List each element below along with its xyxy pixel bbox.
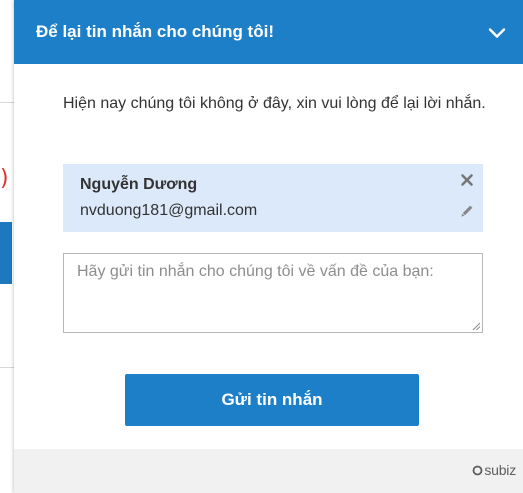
widget-title: Để lại tin nhắn cho chúng tôi! [36, 22, 274, 41]
background-divider [0, 102, 14, 103]
background-blue-block [0, 222, 12, 284]
close-icon[interactable] [459, 172, 475, 188]
send-message-button[interactable]: Gửi tin nhắn [125, 374, 419, 426]
brand-link[interactable]: subiz [472, 460, 516, 480]
pencil-icon[interactable] [460, 204, 474, 218]
chat-widget: Để lại tin nhắn cho chúng tôi! Hiện nay … [14, 0, 523, 493]
subiz-logo-icon [472, 465, 483, 475]
message-input[interactable] [63, 253, 483, 333]
offline-message: Hiện nay chúng tôi không ở đây, xin vui … [63, 95, 486, 112]
background-page: ) [0, 0, 14, 493]
background-red-mark: ) [0, 166, 9, 191]
widget-header[interactable]: Để lại tin nhắn cho chúng tôi! [14, 0, 523, 64]
contact-email: nvduong181@gmail.com [80, 202, 258, 219]
chevron-down-icon[interactable] [487, 23, 507, 43]
brand-name: subiz [484, 462, 516, 478]
contact-name: Nguyễn Dương [80, 176, 198, 193]
contact-card: Nguyễn Dương nvduong181@gmail.com [63, 164, 483, 232]
widget-footer: subiz [14, 449, 523, 493]
background-divider [0, 367, 14, 368]
